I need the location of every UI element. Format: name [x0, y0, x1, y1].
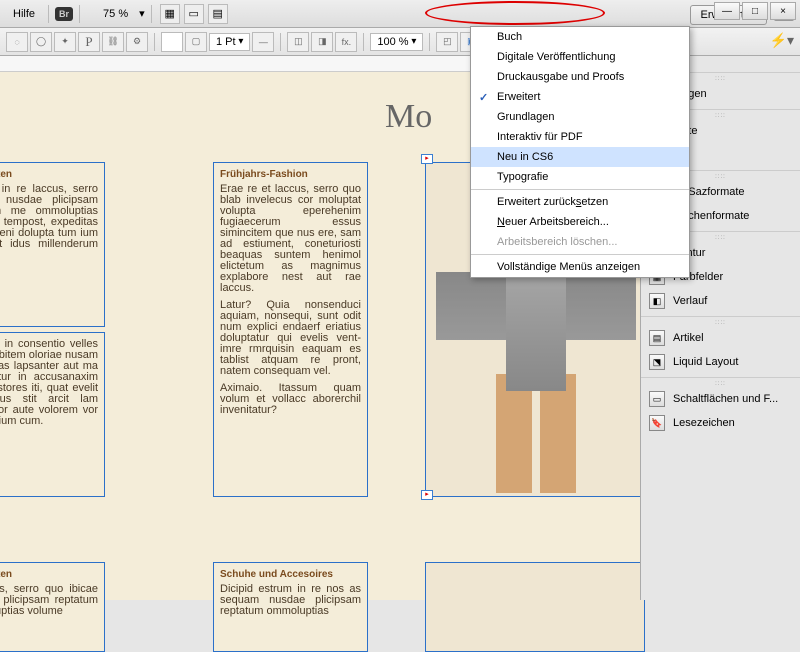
panel-item-artikel[interactable]: ▤Artikel: [641, 326, 800, 350]
menu-item-typografie[interactable]: Typografie: [471, 167, 689, 187]
menu-item-buch[interactable]: Buch: [471, 27, 689, 47]
tool-icon[interactable]: ◯: [30, 32, 52, 52]
stroke-swatch[interactable]: ▢: [185, 32, 207, 52]
frame-body: Aximaio. Itassum quam volum et vollacc a…: [220, 383, 361, 416]
panel-item-bookmarks[interactable]: 🔖Lesezeichen: [641, 411, 800, 435]
frame-body: Dicipid estrum in re nos as sequam nusda…: [220, 584, 361, 617]
bookmarks-icon: 🔖: [649, 415, 665, 431]
menu-item-grundlagen[interactable]: Grundlagen: [471, 107, 689, 127]
frame-heading: Schuhe und Accesoires: [220, 569, 361, 580]
tool-icon[interactable]: ⚙: [126, 32, 148, 52]
corner-options-icon[interactable]: ◰: [436, 32, 458, 52]
text-frame[interactable]: idschaften it laccus, serro quo ibicae n…: [0, 562, 105, 652]
tool-icon[interactable]: ◌: [6, 32, 28, 52]
fill-swatch[interactable]: [161, 32, 183, 52]
menu-item-full-menus[interactable]: Vollständige Menüs anzeigen: [471, 257, 689, 277]
articles-icon: ▤: [649, 330, 665, 346]
help-menu[interactable]: Hilfe: [6, 5, 42, 23]
panel-item-liquid[interactable]: ⬔Liquid Layout: [641, 350, 800, 374]
frame-body: Latur? Quia nonsenduci aquiam, nonsequi,…: [220, 300, 361, 377]
panel-item-buttons[interactable]: ▭Schaltflächen und F...: [641, 387, 800, 411]
app-topbar: Hilfe Br 75 % ▾ ▦ ▭ ▤ Erweitert: [0, 0, 800, 28]
tool-icon[interactable]: ⛓: [102, 32, 124, 52]
tool-p-icon[interactable]: P: [78, 32, 100, 52]
menu-item-druck[interactable]: Druckausgabe und Proofs: [471, 67, 689, 87]
menu-item-delete-ws[interactable]: Arbeitsbereich löschen...: [471, 232, 689, 252]
frame-body: it laccus, serro quo ibicae nusdae plici…: [0, 584, 98, 617]
frame-heading: idschaften: [0, 569, 98, 580]
thread-in-port[interactable]: ▸: [421, 154, 433, 164]
view-options-icon[interactable]: ▦: [160, 4, 180, 24]
gradient-icon: ◧: [649, 293, 665, 309]
frame-heading: Frühjahrs-Fashion: [220, 169, 361, 180]
text-frame[interactable]: sam et, in consentio velles num nobitem …: [0, 332, 105, 497]
arrange-icon[interactable]: ▤: [208, 4, 228, 24]
zoom-level[interactable]: 75 %: [96, 5, 135, 23]
text-frame[interactable]: Schuhe und Accesoires Dicipid estrum in …: [213, 562, 368, 652]
lightning-icon[interactable]: ⚡▾: [770, 32, 794, 49]
menu-item-reset[interactable]: Erweitert zurücksetzen: [471, 192, 689, 212]
frame-body: estrum in re laccus, serro quo ti nusdae…: [0, 184, 98, 261]
effects-icon[interactable]: ◫: [287, 32, 309, 52]
frame-body: sam et, in consentio velles num nobitem …: [0, 339, 98, 427]
menu-item-new-ws[interactable]: Neuer Arbeitsbereich...: [471, 212, 689, 232]
menu-item-interaktiv[interactable]: Interaktiv für PDF: [471, 127, 689, 147]
stroke-style[interactable]: —: [252, 32, 274, 52]
bridge-button[interactable]: Br: [55, 7, 73, 21]
fx-button[interactable]: fx.: [335, 32, 357, 52]
menu-item-neu-cs6[interactable]: Neu in CS6: [471, 147, 689, 167]
thread-out-port[interactable]: ▸: [421, 490, 433, 500]
text-frame[interactable]: idschaften estrum in re laccus, serro qu…: [0, 162, 105, 327]
menu-item-erweitert[interactable]: Erweitert: [471, 87, 689, 107]
frame-heading: idschaften: [0, 169, 98, 180]
image-frame[interactable]: [425, 562, 645, 652]
menu-item-digital[interactable]: Digitale Veröffentlichung: [471, 47, 689, 67]
tool-icon[interactable]: ✦: [54, 32, 76, 52]
window-controls: — □ ×: [712, 2, 796, 20]
close-button[interactable]: ×: [770, 2, 796, 20]
maximize-button[interactable]: □: [742, 2, 768, 20]
text-frame[interactable]: Frühjahrs-Fashion Erae re et laccus, ser…: [213, 162, 368, 497]
minimize-button[interactable]: —: [714, 2, 740, 20]
workspace-dropdown: Buch Digitale Veröffentlichung Druckausg…: [470, 26, 690, 278]
frame-body: Erae re et laccus, serro quo blab invele…: [220, 184, 361, 294]
stroke-weight[interactable]: 1 Pt ▾: [209, 33, 250, 51]
liquid-layout-icon: ⬔: [649, 354, 665, 370]
opacity-icon[interactable]: ◨: [311, 32, 333, 52]
buttons-icon: ▭: [649, 391, 665, 407]
opacity-value[interactable]: 100 % ▾: [370, 33, 423, 51]
panel-item-verlauf[interactable]: ◧Verlauf: [641, 289, 800, 313]
screen-mode-icon[interactable]: ▭: [184, 4, 204, 24]
page-title: Mo: [385, 98, 432, 136]
